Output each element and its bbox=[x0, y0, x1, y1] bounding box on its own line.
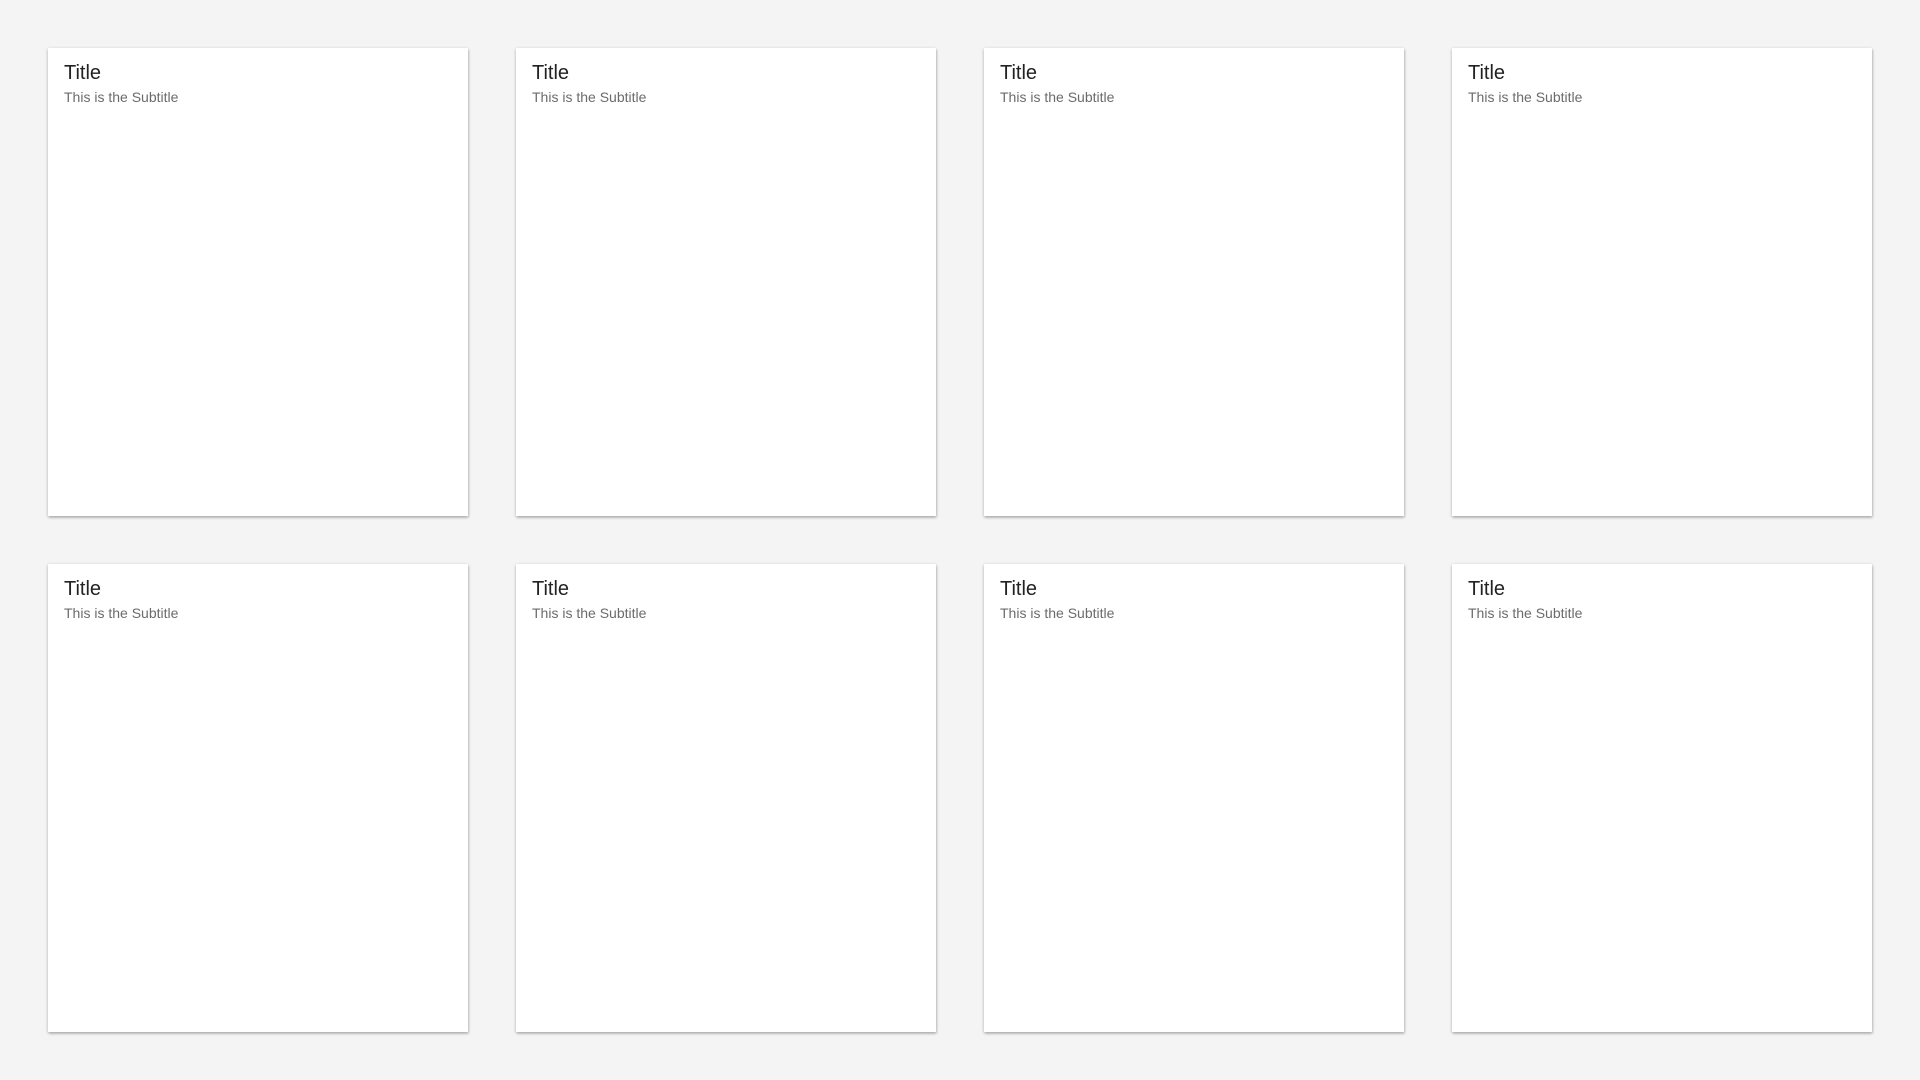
card-subtitle: This is the Subtitle bbox=[1468, 605, 1583, 621]
card-subtitle: This is the Subtitle bbox=[64, 89, 179, 105]
card-title: Title bbox=[64, 578, 102, 600]
card-subtitle: This is the Subtitle bbox=[1000, 89, 1115, 105]
card-subtitle: This is the Subtitle bbox=[532, 605, 647, 621]
card-title: Title bbox=[64, 62, 102, 84]
card-title: Title bbox=[532, 578, 570, 600]
card-7[interactable]: Title This is the Subtitle bbox=[984, 564, 1404, 1032]
card-1[interactable]: Title This is the Subtitle bbox=[48, 48, 468, 516]
card-5[interactable]: Title This is the Subtitle bbox=[48, 564, 468, 1032]
card-8[interactable]: Title This is the Subtitle bbox=[1452, 564, 1872, 1032]
card-title: Title bbox=[1468, 578, 1506, 600]
card-subtitle: This is the Subtitle bbox=[532, 89, 647, 105]
card-subtitle: This is the Subtitle bbox=[64, 605, 179, 621]
card-title: Title bbox=[1000, 578, 1038, 600]
card-title: Title bbox=[532, 62, 570, 84]
card-grid: Title This is the Subtitle Title This is… bbox=[0, 0, 1920, 1080]
card-subtitle: This is the Subtitle bbox=[1000, 605, 1115, 621]
card-6[interactable]: Title This is the Subtitle bbox=[516, 564, 936, 1032]
card-subtitle: This is the Subtitle bbox=[1468, 89, 1583, 105]
card-4[interactable]: Title This is the Subtitle bbox=[1452, 48, 1872, 516]
card-2[interactable]: Title This is the Subtitle bbox=[516, 48, 936, 516]
card-title: Title bbox=[1000, 62, 1038, 84]
card-title: Title bbox=[1468, 62, 1506, 84]
card-3[interactable]: Title This is the Subtitle bbox=[984, 48, 1404, 516]
